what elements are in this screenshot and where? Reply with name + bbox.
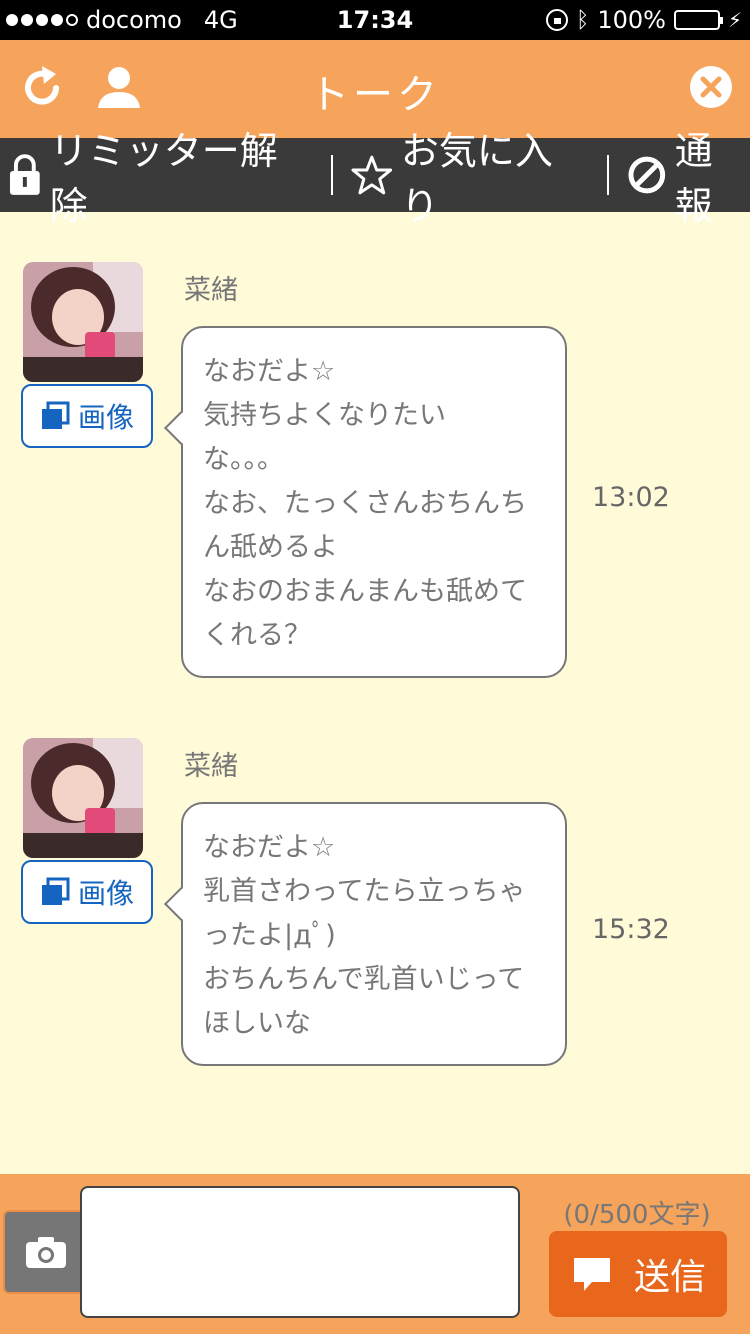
sender-name: 菜緒 [184,275,238,306]
message-composer: (0/500文字) 送信 [0,1174,750,1334]
star-icon [351,155,393,195]
rotation-lock-icon [546,9,569,31]
battery-icon [673,10,723,30]
message-time: 13:02 [592,482,670,513]
limiter-release-label: リミッター解除 [49,129,278,228]
report-label: 通報 [674,129,713,228]
message-line: ん舐めるよ [203,532,338,563]
action-toolbar: リミッター解除 お気に入り 通報 [0,129,750,228]
toolbar-divider [607,155,610,195]
char-count: (0/500文字) [563,1200,711,1230]
camera-button[interactable] [3,1210,88,1294]
lock-icon [9,154,40,195]
battery-percent: 100% [597,6,666,34]
message-line: なおだよ☆ [203,832,336,863]
close-icon[interactable] [688,64,738,114]
gallery-icon [41,877,70,905]
favorite-label: お気に入り [400,129,553,228]
image-button-label: 画像 [77,877,134,910]
message-bubble: なおだよ☆ 乳首さわってたら立っちゃ ったよ|дﾟ) おちんちんで乳首いじって … [164,802,567,1066]
charging-icon: ⚡ [727,8,742,32]
toolbar-divider [331,155,334,195]
bubble-tail [164,411,198,445]
send-button[interactable]: 送信 [549,1231,727,1317]
message-line: 乳首さわってたら立っちゃ [203,876,526,907]
message-line: なおだよ☆ [203,356,336,387]
message-line: な。。。 [203,444,284,475]
avatar[interactable] [23,738,143,858]
message-line: ったよ|дﾟ) [203,920,336,951]
sender-name: 菜緒 [184,751,238,782]
block-icon [628,156,666,194]
image-button[interactable]: 画像 [21,860,153,924]
gallery-icon [41,401,70,429]
message-line: なおのおまんまんも舐めて [203,576,527,607]
page-title: トーク [309,72,441,118]
limiter-release-button[interactable]: リミッター解除 [8,129,313,228]
favorite-button[interactable]: お気に入り [351,129,589,228]
status-right: ᛒ 100% ⚡ [546,6,742,34]
bluetooth-icon: ᛒ [576,7,590,33]
image-button-label: 画像 [77,401,134,434]
message-input[interactable] [80,1186,520,1318]
report-button[interactable]: 通報 [627,129,750,228]
avatar[interactable] [23,262,143,382]
bubble-tail [164,887,198,921]
message-line: おちんちんで乳首いじって [203,964,525,995]
message-line: くれる？ [203,620,311,651]
send-label: 送信 [633,1257,706,1298]
message-time: 15:32 [592,914,670,945]
message-line: なお、たっくさんおちんち [203,488,527,519]
camera-icon [25,1237,66,1268]
message-bubble: なおだよ☆ 気持ちよくなりたい な。。。 なお、たっくさんおちんち ん舐めるよ … [164,326,567,678]
status-bar: docomo 4G 17:34 ᛒ 100% ⚡ [0,0,750,40]
message-line: ほしいな [203,1008,311,1039]
message-line: 気持ちよくなりたい [203,400,446,431]
image-button[interactable]: 画像 [21,384,153,448]
speech-bubble-icon [573,1258,610,1291]
